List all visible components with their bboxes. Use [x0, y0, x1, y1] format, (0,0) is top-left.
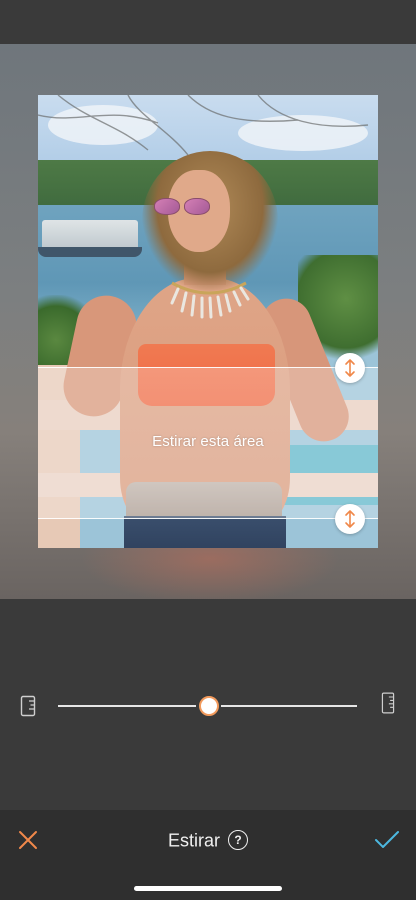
ruler-tall-icon [381, 692, 395, 714]
slider-track-left[interactable] [58, 705, 196, 707]
photo-subject-jeans [124, 516, 286, 548]
slider-knob[interactable] [199, 696, 219, 716]
ruler-short-icon [20, 695, 36, 717]
stretch-area-label: Estirar esta área [152, 433, 264, 450]
vertical-resize-icon [345, 510, 355, 528]
stretch-amount-slider[interactable] [0, 686, 416, 726]
tool-title-text: Estirar [167, 830, 220, 851]
stretch-top-handle[interactable] [335, 353, 365, 383]
tool-title: Estirar? [0, 826, 416, 853]
confirm-button[interactable] [372, 826, 402, 854]
top-bar [0, 0, 416, 44]
stretch-editor-screen: Estirar esta área Estirar? [0, 0, 416, 900]
stretch-bottom-handle[interactable] [335, 504, 365, 534]
checkmark-icon [375, 831, 399, 848]
stretch-top-line[interactable] [38, 367, 378, 368]
vertical-resize-icon [345, 359, 355, 377]
photo-subject-necklace [170, 281, 250, 319]
slider-track-right[interactable] [221, 705, 357, 707]
photo-boat-hull [38, 247, 142, 257]
stretch-bottom-line[interactable] [38, 518, 378, 519]
help-icon[interactable]: ? [228, 830, 248, 851]
photo-subject-sunglasses [154, 198, 212, 215]
home-indicator[interactable] [134, 886, 282, 891]
